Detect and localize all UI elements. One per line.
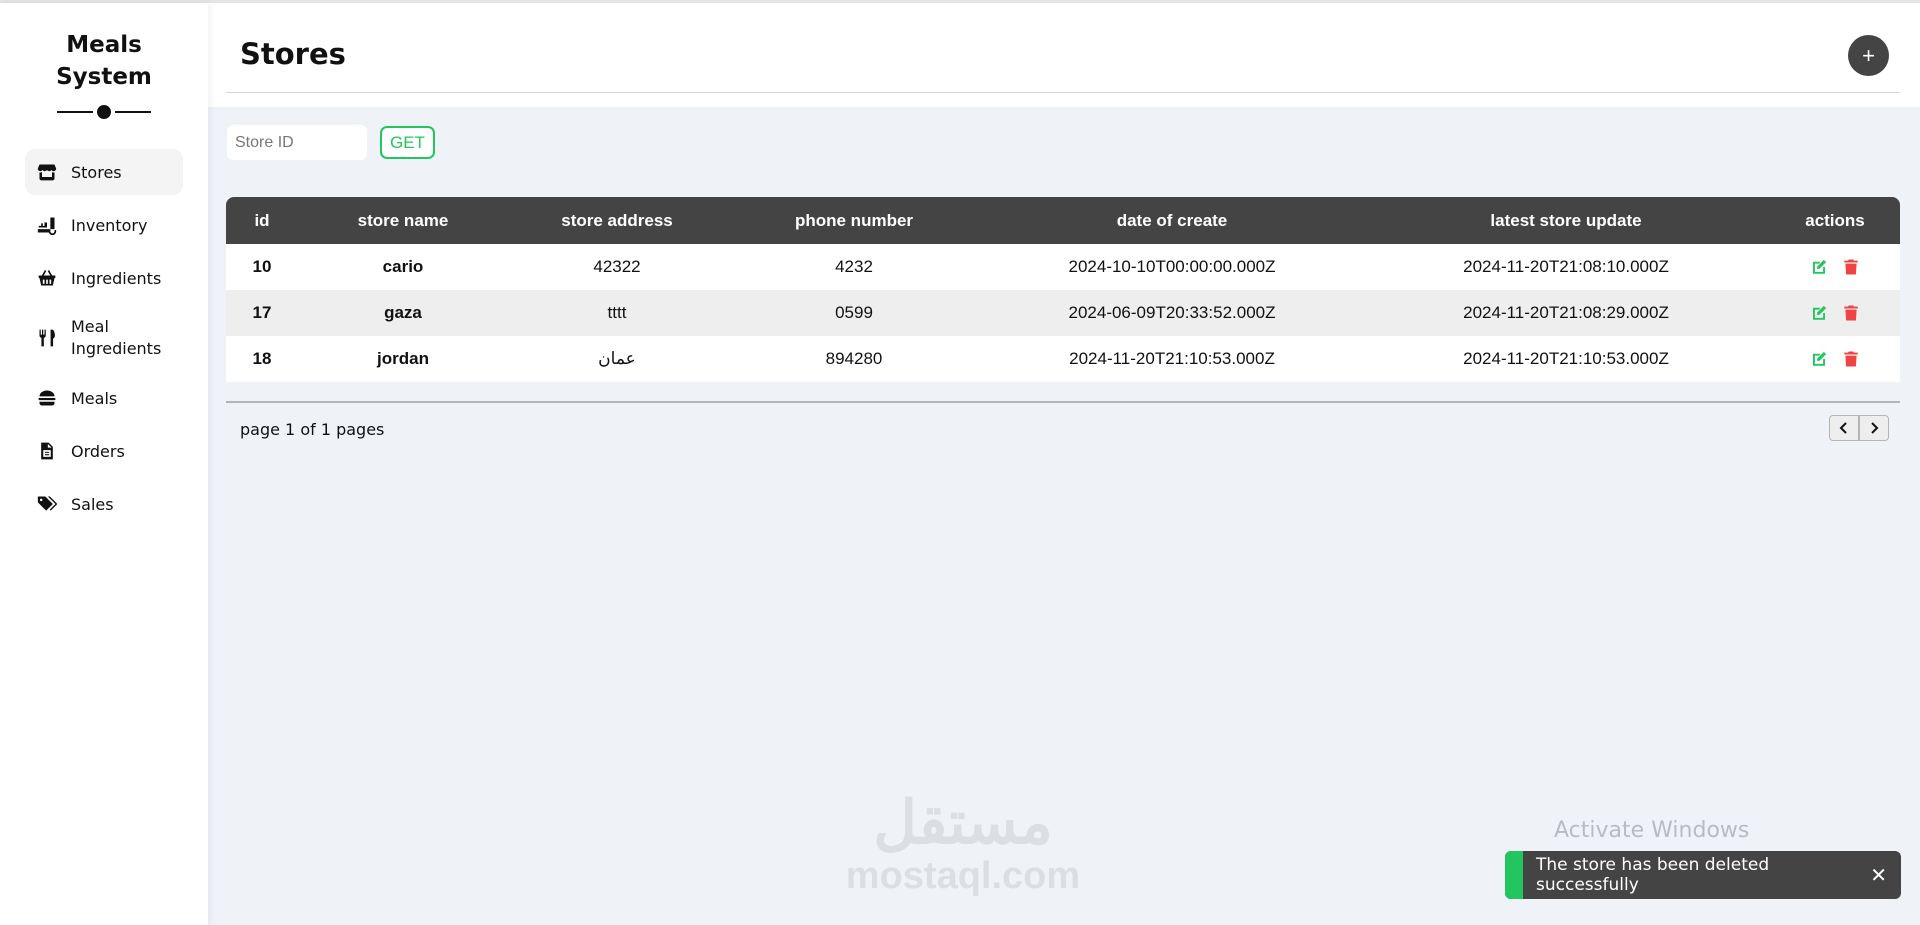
cell-phone-number: 4232 — [835, 257, 873, 276]
column-header-store-name: store name — [298, 197, 508, 244]
sidebar-item-meals[interactable]: Meals — [25, 375, 183, 421]
cell-store-name: gaza — [384, 303, 422, 322]
table-divider — [226, 401, 1900, 403]
tags-icon — [37, 494, 57, 514]
cell-date-of-create: 2024-11-20T21:10:53.000Z — [1069, 349, 1275, 368]
dolly-icon — [37, 215, 57, 235]
stores-table: id store name store address phone number… — [226, 197, 1900, 382]
cell-phone-number: 0599 — [835, 303, 873, 322]
sidebar-item-label: Ingredients — [71, 268, 162, 288]
close-icon[interactable]: ✕ — [1870, 863, 1887, 887]
sidebar: Meals System Stores Inventory Ingredient… — [0, 3, 208, 925]
header-divider — [226, 92, 1900, 93]
column-header-store-address: store address — [508, 197, 726, 244]
sidebar-item-label: Meals — [71, 388, 118, 408]
sidebar-item-label: Meal Ingredients — [71, 317, 162, 358]
edit-icon[interactable] — [1810, 350, 1828, 368]
chevron-left-icon — [1839, 422, 1847, 434]
sidebar-item-orders[interactable]: Orders — [25, 428, 183, 474]
cell-latest-update: 2024-11-20T21:10:53.000Z — [1463, 349, 1669, 368]
utensils-icon — [37, 328, 57, 348]
basket-icon — [37, 268, 57, 288]
sidebar-item-label: Inventory — [71, 215, 148, 235]
cell-latest-update: 2024-11-20T21:08:10.000Z — [1463, 257, 1669, 276]
cell-store-address: tttt — [607, 303, 627, 322]
table-row: 18 jordan عمان 894280 2024-11-20T21:10:5… — [226, 336, 1900, 382]
column-header-phone-number: phone number — [726, 197, 982, 244]
toast-message: The store has been deleted successfully — [1536, 855, 1770, 895]
cell-actions — [1770, 290, 1900, 336]
next-page-button[interactable] — [1859, 415, 1889, 441]
cell-phone-number: 894280 — [825, 349, 883, 368]
table-header-row: id store name store address phone number… — [226, 197, 1900, 244]
cell-id: 18 — [252, 349, 272, 368]
trash-icon[interactable] — [1842, 350, 1860, 368]
main-content: Stores + GET id store name store address… — [208, 3, 1920, 925]
column-header-actions: actions — [1770, 197, 1900, 244]
get-button[interactable]: GET — [380, 126, 435, 159]
sidebar-item-ingredients[interactable]: Ingredients — [25, 255, 183, 301]
cell-actions — [1770, 336, 1900, 382]
divider-bar — [115, 111, 151, 113]
divider-dot — [97, 105, 111, 119]
trash-icon[interactable] — [1842, 258, 1860, 276]
add-store-button[interactable]: + — [1848, 35, 1889, 76]
cell-latest-update: 2024-11-20T21:08:29.000Z — [1463, 303, 1669, 322]
cell-id: 10 — [252, 257, 272, 276]
burger-icon — [37, 388, 57, 408]
page-header: Stores + — [208, 3, 1920, 107]
divider-bar — [57, 111, 93, 113]
column-header-latest-update: latest store update — [1362, 197, 1770, 244]
trash-icon[interactable] — [1842, 304, 1860, 322]
cell-date-of-create: 2024-10-10T00:00:00.000Z — [1068, 257, 1276, 276]
success-toast: The store has been deleted successfully … — [1505, 851, 1901, 899]
edit-icon[interactable] — [1810, 304, 1828, 322]
edit-icon[interactable] — [1810, 258, 1828, 276]
toast-status-stripe — [1505, 851, 1523, 899]
store-icon — [37, 162, 57, 182]
table-row: 10 cario 42322 4232 2024-10-10T00:00:00.… — [226, 244, 1900, 290]
brand-divider — [0, 105, 208, 119]
sidebar-item-sales[interactable]: Sales — [25, 481, 183, 527]
pagination-info: page 1 of 1 pages — [240, 420, 385, 439]
cell-date-of-create: 2024-06-09T20:33:52.000Z — [1068, 303, 1276, 322]
search-row: GET — [227, 125, 435, 160]
cell-store-name: jordan — [377, 349, 429, 368]
cell-store-name: cario — [382, 257, 424, 276]
app-title-line1: Meals — [66, 32, 142, 58]
sidebar-item-inventory[interactable]: Inventory — [25, 202, 183, 248]
cell-store-address: 42322 — [593, 257, 641, 276]
page-title: Stores — [240, 37, 346, 71]
app-title: Meals System — [0, 29, 208, 93]
sidebar-item-meal-ingredients[interactable]: Meal Ingredients — [25, 308, 183, 368]
table-row: 17 gaza tttt 0599 2024-06-09T20:33:52.00… — [226, 290, 1900, 336]
app-title-line2: System — [56, 64, 152, 90]
sidebar-nav: Stores Inventory Ingredients Meal Ingred… — [0, 149, 208, 527]
chevron-right-icon — [1871, 422, 1879, 434]
cell-store-address: عمان — [598, 349, 636, 368]
receipt-icon — [37, 441, 57, 461]
sidebar-item-label: Sales — [71, 494, 114, 514]
column-header-id: id — [226, 197, 298, 244]
column-header-date-of-create: date of create — [982, 197, 1362, 244]
cell-id: 17 — [252, 303, 272, 322]
pagination-controls — [1829, 415, 1889, 441]
prev-page-button[interactable] — [1829, 415, 1859, 441]
sidebar-item-label: Orders — [71, 441, 125, 461]
cell-actions — [1770, 244, 1900, 290]
sidebar-item-label: Stores — [71, 162, 122, 182]
sidebar-item-stores[interactable]: Stores — [25, 149, 183, 195]
store-id-input[interactable] — [227, 125, 367, 160]
